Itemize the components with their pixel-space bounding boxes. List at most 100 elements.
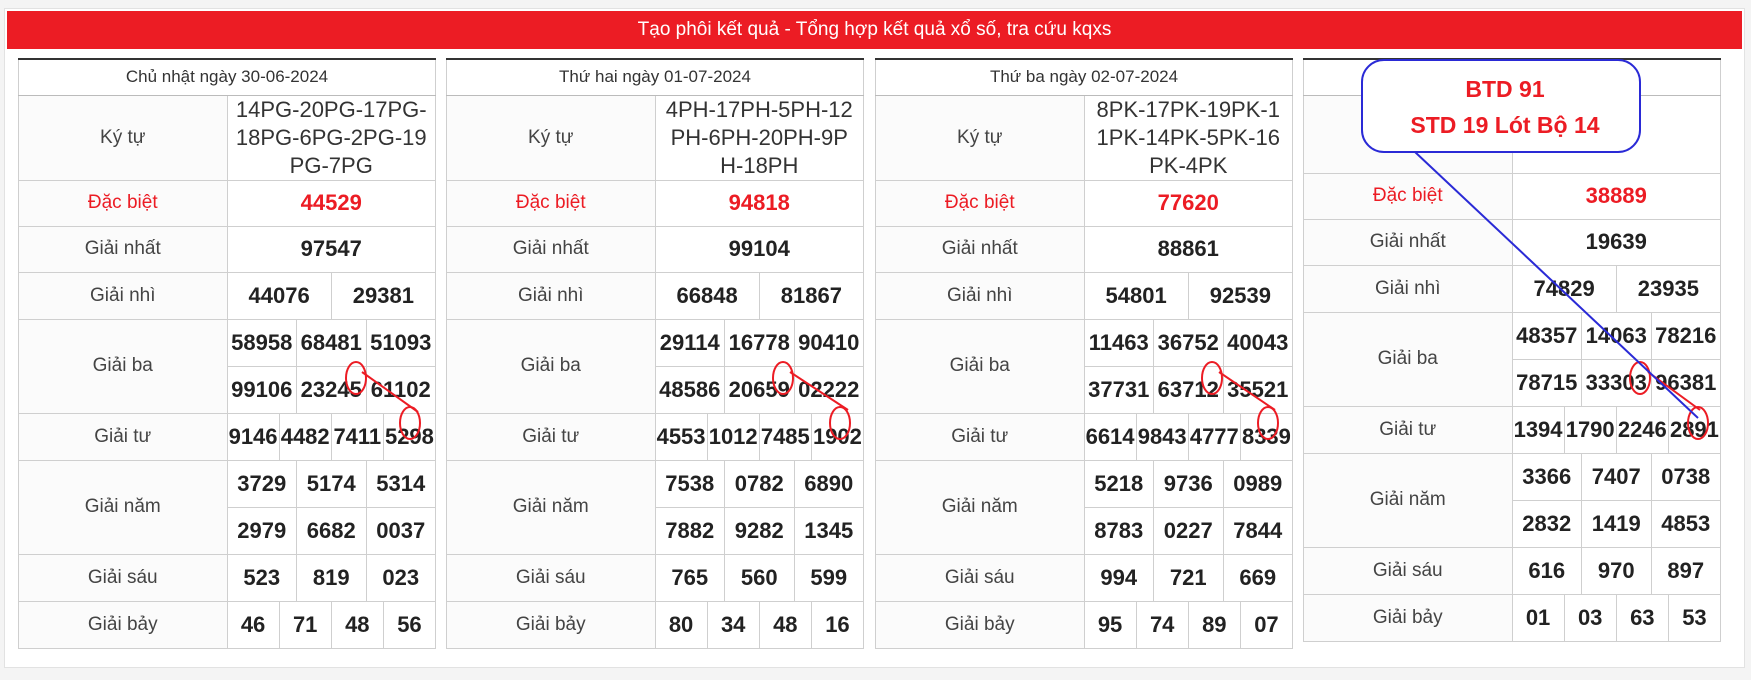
g4-number: 1012 bbox=[706, 413, 759, 460]
g4-number: 2246 bbox=[1615, 406, 1668, 453]
label-g3: Giải ba bbox=[1303, 311, 1513, 407]
g4-number: 2891 bbox=[1667, 406, 1720, 453]
g3-number: 78216 bbox=[1650, 312, 1721, 359]
first-prize: 19639 bbox=[1511, 218, 1721, 266]
label-g5: Giải năm bbox=[875, 459, 1085, 555]
g7-number: 56 bbox=[382, 601, 435, 648]
g6-number: 023 bbox=[365, 554, 436, 601]
label-g2: Giải nhì bbox=[18, 271, 228, 320]
results-area: Chủ nhật ngày 30-06-2024 Ký tự 14PG-20PG-1… bbox=[18, 58, 1725, 649]
label-g6: Giải sáu bbox=[875, 553, 1085, 602]
g5-number: 7538 bbox=[665, 470, 715, 496]
kytu-value: 14PG-20PG-17PG-18PG-6PG-2PG-19PG-7PG bbox=[226, 94, 436, 181]
g7-number: 48 bbox=[758, 601, 811, 648]
g5-number: 0227 bbox=[1153, 507, 1223, 554]
label-g7: Giải bảy bbox=[446, 600, 656, 649]
special-prize: 44529 bbox=[226, 179, 436, 227]
g6-number: 970 bbox=[1581, 547, 1651, 594]
result-table: Chủ nhật ngày 30-06-2024 Ký tự 14PG-20PG-1… bbox=[18, 58, 436, 649]
draw-date bbox=[1303, 58, 1721, 96]
g6-number: 560 bbox=[724, 554, 794, 601]
g3-number: 90410 bbox=[793, 319, 864, 366]
result-table-3: Thứ ba ngày 02-07-2024 Ký tự 8PK-17PK-19PK… bbox=[875, 58, 1293, 649]
g7-number: 48 bbox=[330, 601, 383, 648]
label-g2: Giải nhì bbox=[1303, 264, 1513, 313]
g5-number: 7882 bbox=[665, 517, 715, 543]
g6-number: 616 bbox=[1528, 557, 1566, 583]
g3-number: 37731 bbox=[1088, 376, 1150, 402]
g3-number: 40043 bbox=[1222, 319, 1293, 366]
g3-number: 51093 bbox=[365, 319, 436, 366]
draw-date: Chủ nhật ngày 30-06-2024 bbox=[18, 58, 436, 96]
g4-number: 9843 bbox=[1135, 413, 1188, 460]
g3-number: 78715 bbox=[1516, 369, 1578, 395]
g7-number: 34 bbox=[706, 601, 759, 648]
g2-number: 81867 bbox=[758, 272, 863, 319]
g2-number: 44076 bbox=[248, 282, 310, 308]
g5-number: 0782 bbox=[724, 460, 794, 507]
page-banner: Tạo phôi kết quả - Tổng hợp kết quả xổ s… bbox=[7, 11, 1742, 49]
label-g2: Giải nhì bbox=[875, 271, 1085, 320]
g3-number: 23245 bbox=[296, 366, 366, 413]
label-g4: Giải tư bbox=[1303, 405, 1513, 454]
g4-number: 9146 bbox=[228, 423, 278, 449]
special-prize: 77620 bbox=[1083, 179, 1293, 227]
g5-number: 3366 bbox=[1522, 463, 1572, 489]
g2-number: 54801 bbox=[1105, 282, 1167, 308]
label-kytu: Ký tự bbox=[1303, 94, 1513, 174]
g6-number: 897 bbox=[1650, 547, 1721, 594]
first-prize: 99104 bbox=[654, 225, 864, 273]
g4-number: 7411 bbox=[330, 413, 383, 460]
g5-number: 1345 bbox=[793, 507, 864, 554]
g7-number: 95 bbox=[1097, 611, 1123, 637]
g2-number: 23935 bbox=[1615, 265, 1720, 312]
g7-number: 16 bbox=[810, 601, 863, 648]
special-prize: 94818 bbox=[654, 179, 864, 227]
draw-date: Thứ hai ngày 01-07-2024 bbox=[446, 58, 864, 96]
label-g7: Giải bảy bbox=[18, 600, 228, 649]
g7-number: 89 bbox=[1187, 601, 1240, 648]
g4-number: 6614 bbox=[1085, 423, 1135, 449]
g7-number: 03 bbox=[1563, 594, 1616, 641]
label-kytu: Ký tự bbox=[446, 94, 656, 181]
g5-number: 0037 bbox=[365, 507, 436, 554]
g5-number: 5218 bbox=[1094, 470, 1144, 496]
g3-number: 96381 bbox=[1650, 359, 1721, 406]
g6-number: 765 bbox=[671, 564, 709, 590]
g6-number: 669 bbox=[1222, 554, 1293, 601]
g2-number: 92539 bbox=[1187, 272, 1292, 319]
label-g6: Giải sáu bbox=[446, 553, 656, 602]
g5-number: 7407 bbox=[1581, 453, 1651, 500]
result-table: Thứ hai ngày 01-07-2024 Ký tự 4PH-17PH-5PH… bbox=[446, 58, 864, 649]
g3-number: 48586 bbox=[659, 376, 721, 402]
label-g1: Giải nhất bbox=[18, 225, 228, 273]
g4-number: 1790 bbox=[1563, 406, 1616, 453]
g3-number: 99106 bbox=[231, 376, 293, 402]
g5-number: 9736 bbox=[1153, 460, 1223, 507]
g3-number: 20659 bbox=[724, 366, 794, 413]
label-db: Đặc biệt bbox=[446, 179, 656, 227]
g3-number: 35521 bbox=[1222, 366, 1293, 413]
result-table: Ký tự Đặc biệt 38889 Giải nhất 19639 Giải nhì… bbox=[1303, 58, 1721, 642]
label-g4: Giải tư bbox=[18, 412, 228, 461]
g2-number: 74829 bbox=[1533, 275, 1595, 301]
g3-number: 33303 bbox=[1581, 359, 1651, 406]
first-prize: 97547 bbox=[226, 225, 436, 273]
result-table: Thứ ba ngày 02-07-2024 Ký tự 8PK-17PK-19PK… bbox=[875, 58, 1293, 649]
g6-number: 599 bbox=[793, 554, 864, 601]
g4-number: 1902 bbox=[810, 413, 863, 460]
g3-number: 36752 bbox=[1153, 319, 1223, 366]
label-g7: Giải bảy bbox=[875, 600, 1085, 649]
g7-number: 46 bbox=[240, 611, 266, 637]
result-table-4: Ký tự Đặc biệt 38889 Giải nhất 19639 Giải nhì… bbox=[1303, 58, 1721, 642]
label-g2: Giải nhì bbox=[446, 271, 656, 320]
g3-number: 02222 bbox=[793, 366, 864, 413]
g4-number: 5298 bbox=[382, 413, 435, 460]
label-g3: Giải ba bbox=[18, 318, 228, 414]
g3-number: 58958 bbox=[231, 329, 293, 355]
g5-number: 5174 bbox=[296, 460, 366, 507]
g7-number: 63 bbox=[1615, 594, 1668, 641]
g7-number: 80 bbox=[668, 611, 694, 637]
label-g6: Giải sáu bbox=[1303, 546, 1513, 595]
result-table-2: Thứ hai ngày 01-07-2024 Ký tự 4PH-17PH-5PH… bbox=[446, 58, 864, 649]
